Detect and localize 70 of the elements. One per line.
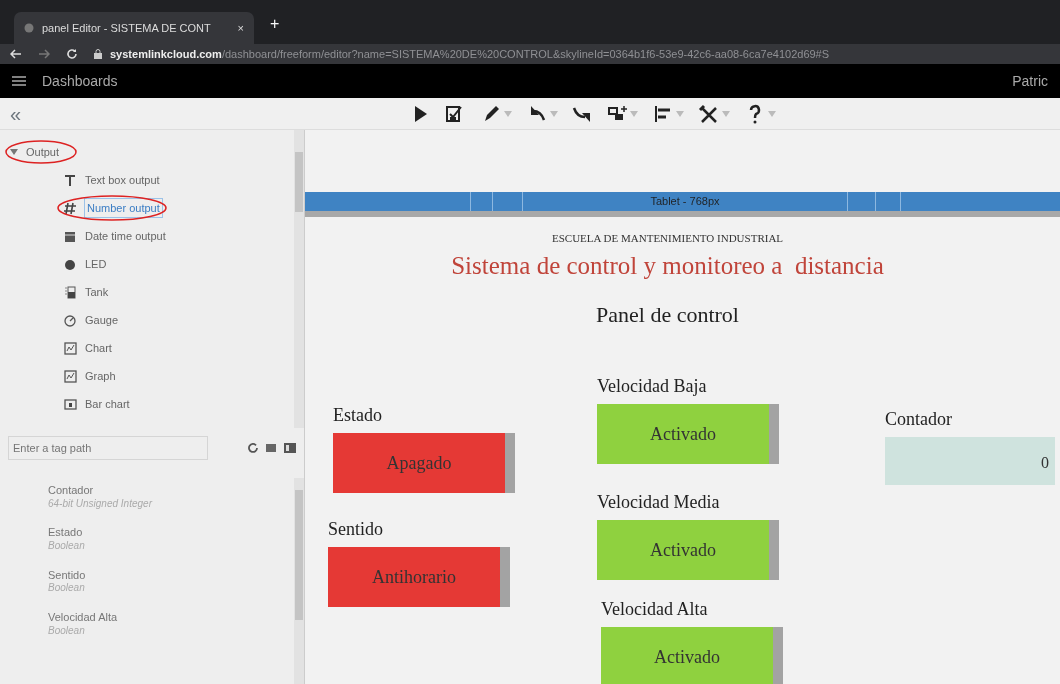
tag-type: Boolean: [48, 582, 86, 595]
caret-icon: [504, 110, 513, 117]
collapse-button[interactable]: «: [10, 98, 22, 129]
tag-name[interactable]: Contador: [48, 484, 294, 498]
refresh-icon[interactable]: [248, 443, 258, 453]
tag-type: 64-bit Unsigned Integer: [48, 497, 154, 511]
caret-icon: [676, 110, 685, 117]
caret-icon: [550, 110, 559, 117]
forward-icon[interactable]: [38, 49, 50, 59]
caret-icon: [768, 110, 777, 117]
page-icon: [24, 23, 34, 33]
heading-text: ESCUELA DE MANTENIMIENTO INDUSTRIAL: [550, 231, 785, 246]
new-tab-button[interactable]: +: [270, 12, 280, 36]
tree-group[interactable]: Output: [4, 138, 294, 166]
menu-icon[interactable]: [12, 76, 26, 86]
breakpoint-label: Tablet - 768px: [650, 194, 720, 210]
tag-type: Boolean: [48, 540, 86, 553]
gauge-icon: [64, 313, 77, 327]
widget-label: Sentido: [328, 518, 384, 541]
caret-icon: [722, 110, 731, 117]
back-icon[interactable]: [10, 49, 22, 59]
calendar-icon: [64, 229, 77, 243]
lock-icon: [94, 49, 102, 59]
hash-icon: [64, 201, 77, 215]
app-title: Dashboards: [42, 71, 119, 91]
palette-item[interactable]: Bar chart: [4, 390, 294, 418]
caret-icon: [630, 110, 639, 117]
reload-icon[interactable]: [66, 48, 78, 60]
panel-icon[interactable]: [284, 443, 296, 453]
scrollbar[interactable]: [294, 130, 304, 428]
boolean-button[interactable]: Antihorario: [328, 547, 510, 607]
tag-type: Boolean: [48, 624, 86, 637]
widget-label: Velocidad Media: [597, 491, 721, 514]
tab-title: panel Editor - SISTEMA DE CONT: [42, 20, 212, 36]
boolean-button[interactable]: Activado: [597, 404, 779, 464]
text-icon: [64, 173, 77, 187]
boolean-button[interactable]: Activado: [597, 520, 779, 580]
widget-label: Contador: [885, 408, 953, 431]
tag-name[interactable]: Estado: [48, 526, 294, 540]
panel-title: Panel de control: [595, 301, 740, 329]
scrollbar[interactable]: [294, 478, 304, 684]
number-display: 0: [885, 437, 1055, 485]
palette-item[interactable]: LED: [4, 250, 294, 278]
palette-item[interactable]: Number output: [4, 194, 294, 222]
palette-item[interactable]: Chart: [4, 334, 294, 362]
breakpoint-bar[interactable]: Tablet - 768px: [305, 192, 1060, 211]
led-icon: [64, 257, 77, 271]
tag-name[interactable]: Sentido: [48, 568, 294, 583]
palette-item[interactable]: Gauge: [4, 306, 294, 334]
widget-label: Velocidad Alta: [601, 598, 709, 621]
bar-chart-icon: [64, 397, 77, 411]
palette-item[interactable]: Tank: [4, 278, 294, 306]
boolean-button[interactable]: Activado: [601, 627, 783, 684]
expand-icon[interactable]: [10, 148, 18, 156]
tag-search-field[interactable]: Enter a tag path: [8, 436, 208, 460]
boolean-button[interactable]: Apagado: [333, 433, 515, 493]
palette-item[interactable]: Graph: [4, 362, 294, 390]
widget-label: Velocidad Baja: [597, 375, 708, 398]
dashboard-title: Sistema de control y monitoreo a distancia: [450, 250, 885, 281]
palette-item[interactable]: Date time output: [4, 222, 294, 250]
user-name[interactable]: Patric: [1012, 70, 1048, 92]
close-icon[interactable]: ×: [237, 19, 244, 37]
chart-icon: [64, 341, 77, 355]
browser-tab[interactable]: panel Editor - SISTEMA DE CONT ×: [14, 12, 254, 44]
palette-item[interactable]: Text box output: [4, 166, 294, 194]
widget-label: Estado: [333, 404, 383, 427]
tank-icon: [64, 285, 77, 299]
tag-name[interactable]: Velocidad Alta: [48, 610, 294, 625]
chart-icon: [64, 369, 77, 383]
list-icon[interactable]: [266, 443, 276, 453]
